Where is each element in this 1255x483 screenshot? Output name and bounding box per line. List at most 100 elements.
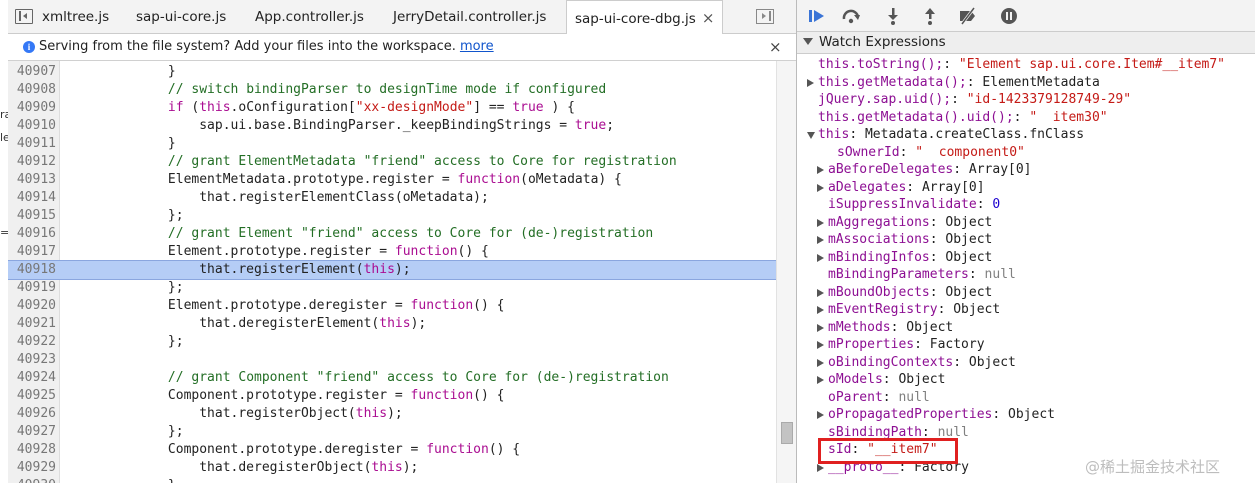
line-number[interactable]: 40912 [8,153,56,171]
code-line[interactable]: 40929 that.deregisterObject(this); [8,459,776,477]
code-line[interactable]: 40916 // grant Element "friend" access t… [8,225,776,243]
scroll-thumb[interactable] [781,422,793,444]
line-number[interactable]: 40916 [8,225,56,243]
code-line[interactable]: 40908 // switch bindingParser to designT… [8,81,776,99]
code-line[interactable]: 40914 that.registerElementClass(oMetadat… [8,189,776,207]
step-out-icon[interactable] [920,6,940,26]
expand-arrow-icon[interactable] [817,376,824,384]
code-line[interactable]: 40921 that.deregisterElement(this); [8,315,776,333]
line-number[interactable]: 40927 [8,423,56,441]
code-line[interactable]: 40924 // grant Component "friend" access… [8,369,776,387]
expand-arrow-icon[interactable] [817,218,824,227]
code-line[interactable]: 40920 Element.prototype.deregister = fun… [8,297,776,315]
expand-arrow-icon[interactable] [817,236,824,244]
code-line[interactable]: 40917 Element.prototype.register = funct… [8,243,776,261]
expand-arrow-icon[interactable] [817,253,824,262]
editor-tab[interactable]: sap-ui-core-dbg.js × [566,0,724,35]
editor-tab[interactable]: JerryDetail.controller.js [393,0,546,34]
resume-icon[interactable] [806,6,826,26]
watch-item[interactable]: oPropagatedProperties: Object [817,406,1055,424]
watch-expressions-header[interactable]: Watch Expressions [797,32,1255,54]
line-number[interactable]: 40911 [8,135,56,153]
line-number[interactable]: 40922 [8,333,56,351]
collapse-arrow-icon[interactable] [807,132,815,139]
watch-item[interactable]: mAssociations: Object [817,231,992,249]
editor-tab[interactable]: sap-ui-core.js [136,0,226,34]
line-number[interactable]: 40930 [8,477,56,483]
line-number[interactable]: 40917 [8,243,56,261]
editor-tab[interactable]: xmltree.js [42,0,109,34]
code-line[interactable]: 40930 } [8,477,776,483]
watch-separator: : [929,284,946,300]
code-line[interactable]: 40926 that.registerObject(this); [8,405,776,423]
watch-value: Metadata.createClass.fnClass [864,127,1085,142]
step-into-icon[interactable] [883,6,903,26]
code-line[interactable]: 40925 Component.prototype.register = fun… [8,387,776,405]
editor-scrollbar[interactable] [776,61,796,483]
code-line[interactable]: 40923 [8,351,776,369]
editor-tab[interactable]: App.controller.js [255,0,364,34]
watch-item[interactable]: oBindingContexts: Object [817,354,1016,372]
code-line[interactable]: 40909 if (this.oConfiguration["xx-design… [8,99,776,117]
line-number[interactable]: 40913 [8,171,56,189]
line-number[interactable]: 40926 [8,405,56,423]
line-number[interactable]: 40920 [8,297,56,315]
expand-arrow-icon[interactable] [817,411,824,419]
more-link[interactable]: more [460,39,494,54]
line-number[interactable]: 40909 [8,99,56,117]
watch-item[interactable]: this.getMetadata();: ElementMetadata [807,74,1100,92]
expand-arrow-icon[interactable] [817,463,824,472]
watch-item[interactable]: mProperties: Factory [817,336,985,354]
expand-arrow-icon[interactable] [817,288,824,297]
expand-arrow-icon[interactable] [817,183,824,192]
step-over-icon[interactable] [841,6,861,26]
line-number[interactable]: 40918 [8,261,56,279]
code-editor[interactable]: 40907 } 40908 // switch bindingParser to … [8,61,776,483]
watch-item[interactable]: mBindingInfos: Object [817,249,992,267]
pause-on-exceptions-icon[interactable] [999,6,1019,26]
line-number[interactable]: 40919 [8,279,56,297]
toggle-navigator-icon[interactable] [15,9,33,24]
watch-item[interactable]: this: Metadata.createClass.fnClass [807,126,1085,144]
code-line[interactable]: 40919 }; [8,279,776,297]
line-number[interactable]: 40907 [8,63,56,81]
code-line[interactable]: 40928 Component.prototype.deregister = f… [8,441,776,459]
code-line[interactable]: 40910 sap.ui.base.BindingParser._keepBin… [8,117,776,135]
code-line[interactable]: 40915 }; [8,207,776,225]
code-line[interactable]: 40927 }; [8,423,776,441]
watch-item[interactable]: oModels: Object [817,371,945,389]
line-number[interactable]: 40925 [8,387,56,405]
expand-arrow-icon[interactable] [817,358,824,367]
watch-item[interactable]: aDelegates: Array[0] [817,179,985,197]
line-number[interactable]: 40928 [8,441,56,459]
line-number[interactable]: 40910 [8,117,56,135]
line-number[interactable]: 40924 [8,369,56,387]
watch-item[interactable]: mMethods: Object [817,319,953,337]
code-line[interactable]: 40922 }; [8,333,776,351]
line-number[interactable]: 40921 [8,315,56,333]
line-number[interactable]: 40908 [8,81,56,99]
expand-arrow-icon[interactable] [817,323,824,332]
code-text: // grant Component "friend" access to Co… [167,370,669,385]
line-number[interactable]: 40914 [8,189,56,207]
expand-arrow-icon[interactable] [817,341,824,349]
code-line[interactable]: 40913 ElementMetadata.prototype.register… [8,171,776,189]
code-line[interactable]: 40912 // grant ElementMetadata "friend" … [8,153,776,171]
toggle-debugger-icon[interactable] [756,9,774,24]
watch-item[interactable]: mBoundObjects: Object [817,284,992,302]
expand-arrow-icon[interactable] [817,166,824,174]
line-number[interactable]: 40915 [8,207,56,225]
close-icon[interactable]: × [769,34,782,60]
expand-arrow-icon[interactable] [807,78,814,87]
line-number[interactable]: 40923 [8,351,56,369]
watch-item[interactable]: mEventRegistry: Object [817,301,1000,319]
expand-arrow-icon[interactable] [817,306,824,314]
code-line[interactable]: 40918 that.registerElement(this); [8,260,776,280]
close-icon[interactable]: × [702,9,715,27]
watch-item[interactable]: mAggregations: Object [817,214,992,232]
watch-item[interactable]: aBeforeDelegates: Array[0] [817,161,1032,179]
deactivate-breakpoints-icon[interactable] [958,6,978,26]
line-number[interactable]: 40929 [8,459,56,477]
code-line[interactable]: 40907 } [8,63,776,81]
code-line[interactable]: 40911 } [8,135,776,153]
